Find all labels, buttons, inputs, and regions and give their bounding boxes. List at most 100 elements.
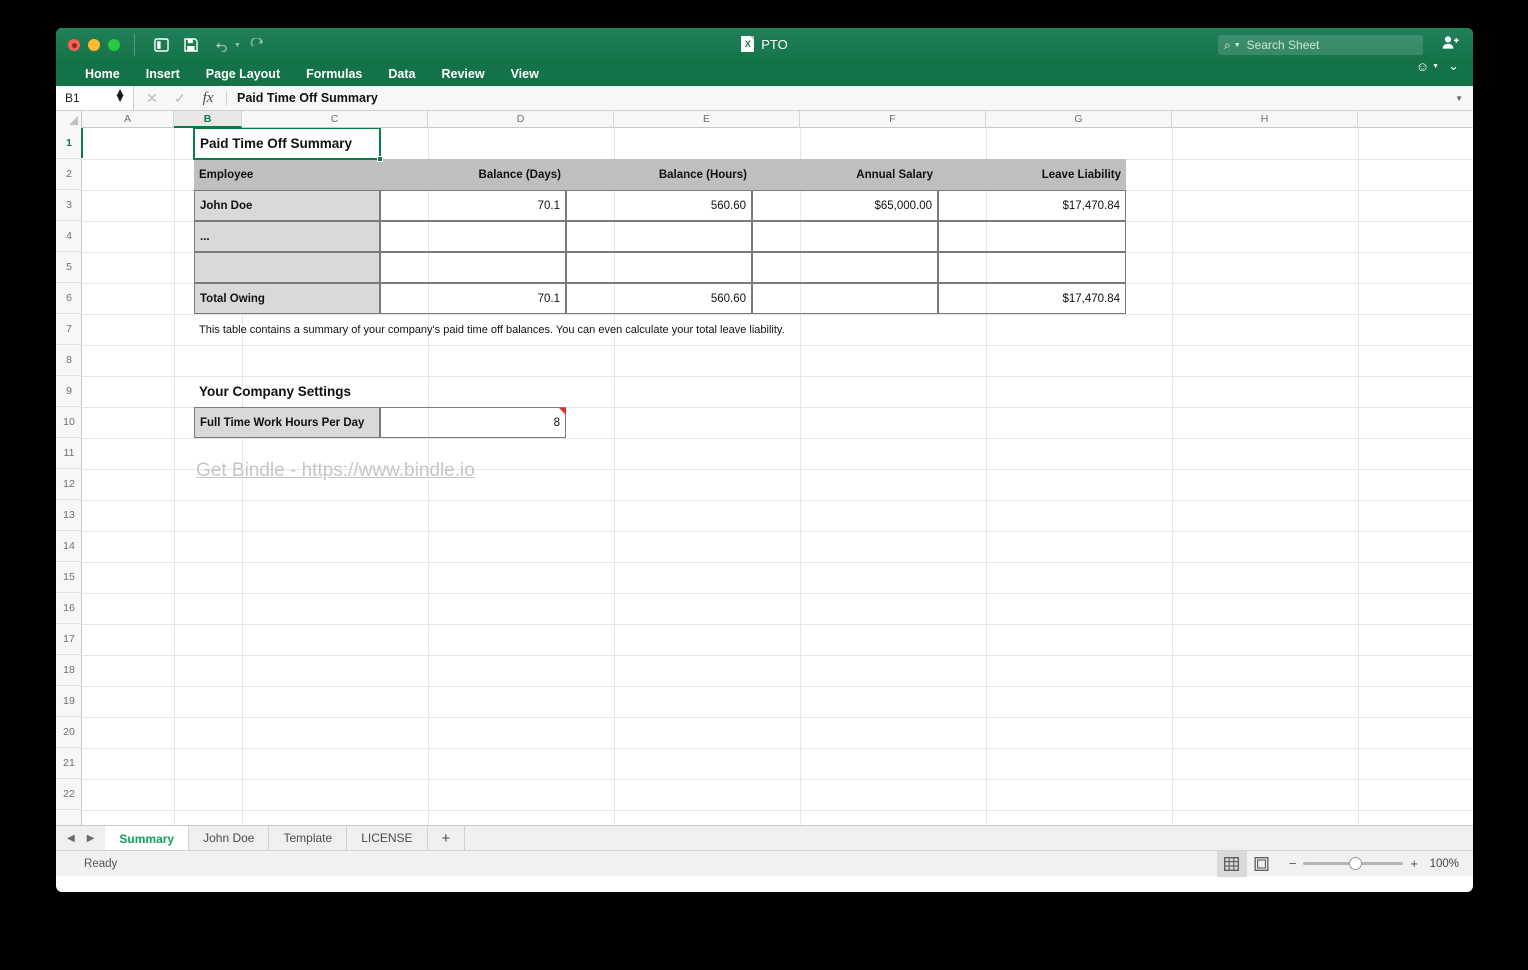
cell-balance-hours[interactable] xyxy=(566,221,752,252)
row-header-22[interactable]: 22 xyxy=(56,779,82,810)
search-input[interactable]: ⌕ ▼ Search Sheet xyxy=(1218,35,1423,55)
row-header-4[interactable]: 4 xyxy=(56,221,82,252)
row-header-14[interactable]: 14 xyxy=(56,531,82,562)
sheet-tab-license[interactable]: LICENSE xyxy=(347,826,427,850)
page-layout-icon[interactable] xyxy=(1247,851,1277,877)
cell-leave-liability[interactable] xyxy=(938,221,1126,252)
status-bar-right: − + 100% xyxy=(1217,851,1463,876)
row-header-11[interactable]: 11 xyxy=(56,438,82,469)
cell-annual-salary[interactable] xyxy=(752,252,938,283)
column-header-e[interactable]: E xyxy=(614,111,800,128)
cancel-icon[interactable]: ✕ xyxy=(138,90,166,107)
sheet-tab-summary[interactable]: Summary xyxy=(105,826,189,850)
total-row-label[interactable]: Total Owing xyxy=(194,283,380,314)
table-row[interactable]: ... xyxy=(194,221,380,252)
accept-icon[interactable]: ✓ xyxy=(166,90,194,107)
row-header-20[interactable]: 20 xyxy=(56,717,82,748)
fill-handle[interactable] xyxy=(377,156,383,162)
row-header-5[interactable]: 5 xyxy=(56,252,82,283)
column-header-a[interactable]: A xyxy=(82,111,174,128)
ribbon-tab-review[interactable]: Review xyxy=(428,62,497,86)
settings-label: Full Time Work Hours Per Day xyxy=(194,407,380,438)
total-leave-liability[interactable]: $17,470.84 xyxy=(938,283,1126,314)
row-header-2[interactable]: 2 xyxy=(56,159,82,190)
select-all-corner[interactable] xyxy=(56,111,82,128)
zoom-control: − + 100% xyxy=(1277,856,1463,871)
search-dropdown-icon[interactable]: ▼ xyxy=(1234,42,1241,49)
zoom-in-button[interactable]: + xyxy=(1410,856,1418,871)
ribbon-tab-page-layout[interactable]: Page Layout xyxy=(193,62,293,86)
fx-icon[interactable]: fx xyxy=(194,90,222,107)
row-header-10[interactable]: 10 xyxy=(56,407,82,438)
row-header-9[interactable]: 9 xyxy=(56,376,82,407)
table-row[interactable] xyxy=(194,252,380,283)
smiley-dropdown-icon[interactable]: ▼ xyxy=(1432,63,1439,70)
row-header-15[interactable]: 15 xyxy=(56,562,82,593)
row-header-1[interactable]: 1 xyxy=(56,128,82,159)
cell-leave-liability[interactable] xyxy=(938,252,1126,283)
table-header-balance-days: Balance (Days) xyxy=(380,159,566,190)
settings-value-input[interactable]: 8 xyxy=(380,407,566,438)
ribbon-tab-insert[interactable]: Insert xyxy=(133,62,193,86)
table-header-leave-liability: Leave Liability xyxy=(938,159,1126,190)
cell-annual-salary[interactable]: $65,000.00 xyxy=(752,190,938,221)
column-header-d[interactable]: D xyxy=(428,111,614,128)
feedback-controls: ☺ ▼ ⌄ xyxy=(1416,58,1459,74)
chevron-down-icon[interactable]: ⌄ xyxy=(1448,58,1459,74)
ribbon-tab-formulas[interactable]: Formulas xyxy=(293,62,375,86)
table-row[interactable]: John Doe xyxy=(194,190,380,221)
cell-annual-salary[interactable] xyxy=(752,221,938,252)
total-annual-salary[interactable] xyxy=(752,283,938,314)
row-header-21[interactable]: 21 xyxy=(56,748,82,779)
row-header-18[interactable]: 18 xyxy=(56,655,82,686)
column-header-h[interactable]: H xyxy=(1172,111,1358,128)
name-box[interactable]: B1 ▲▼ xyxy=(56,86,134,110)
column-header-b[interactable]: B xyxy=(174,111,242,128)
row-header-8[interactable]: 8 xyxy=(56,345,82,376)
row-header-16[interactable]: 16 xyxy=(56,593,82,624)
ribbon-tabs: Home Insert Page Layout Formulas Data Re… xyxy=(56,62,1473,86)
row-header-13[interactable]: 13 xyxy=(56,500,82,531)
ribbon-tab-view[interactable]: View xyxy=(498,62,552,86)
column-header-c[interactable]: C xyxy=(242,111,428,128)
zoom-out-button[interactable]: − xyxy=(1289,856,1297,871)
cell-balance-days[interactable] xyxy=(380,221,566,252)
ribbon-tab-data[interactable]: Data xyxy=(375,62,428,86)
name-box-spinner[interactable]: ▲▼ xyxy=(114,89,126,101)
row-header-6[interactable]: 6 xyxy=(56,283,82,314)
next-sheet-icon[interactable]: ▶ xyxy=(87,833,95,844)
row-header-19[interactable]: 19 xyxy=(56,686,82,717)
cell-balance-hours[interactable]: 560.60 xyxy=(566,190,752,221)
name-box-value: B1 xyxy=(65,91,80,105)
smiley-icon[interactable]: ☺ xyxy=(1416,59,1429,74)
cell-balance-days[interactable] xyxy=(380,252,566,283)
sheet-tab-john-doe[interactable]: John Doe xyxy=(189,826,269,850)
table-header-employee: Employee xyxy=(194,159,380,190)
row-header-12[interactable]: 12 xyxy=(56,469,82,500)
row-header-7[interactable]: 7 xyxy=(56,314,82,345)
selected-cell-b1[interactable]: Paid Time Off Summary xyxy=(193,128,381,160)
ribbon-tab-home[interactable]: Home xyxy=(72,62,133,86)
column-header-f[interactable]: F xyxy=(800,111,986,128)
zoom-slider-handle[interactable] xyxy=(1349,857,1362,870)
total-balance-days[interactable]: 70.1 xyxy=(380,283,566,314)
row-header-3[interactable]: 3 xyxy=(56,190,82,221)
cell-balance-days[interactable]: 70.1 xyxy=(380,190,566,221)
bindle-watermark[interactable]: Get Bindle - https://www.bindle.io xyxy=(196,460,475,482)
add-sheet-button[interactable]: + xyxy=(428,826,466,850)
column-header-g[interactable]: G xyxy=(986,111,1172,128)
grid-view-icon[interactable] xyxy=(1217,851,1247,877)
formula-input[interactable]: Paid Time Off Summary xyxy=(227,91,378,105)
prev-sheet-icon[interactable]: ◀ xyxy=(67,833,75,844)
status-message: Ready xyxy=(56,858,117,870)
cell-leave-liability[interactable]: $17,470.84 xyxy=(938,190,1126,221)
zoom-slider[interactable] xyxy=(1303,862,1403,865)
person-add-icon[interactable] xyxy=(1442,35,1459,54)
row-headers: 1 2 3 4 5 6 7 8 9 10 11 12 13 14 15 16 1… xyxy=(56,128,82,825)
row-header-17[interactable]: 17 xyxy=(56,624,82,655)
cell-balance-hours[interactable] xyxy=(566,252,752,283)
formula-expand-icon[interactable]: ▼ xyxy=(1455,94,1463,103)
excel-window: ▼ X PTO ⌕ ▼ Search Sheet ☺ ▼ ⌄ Home Inse… xyxy=(56,28,1473,892)
sheet-tab-template[interactable]: Template xyxy=(269,826,347,850)
total-balance-hours[interactable]: 560.60 xyxy=(566,283,752,314)
